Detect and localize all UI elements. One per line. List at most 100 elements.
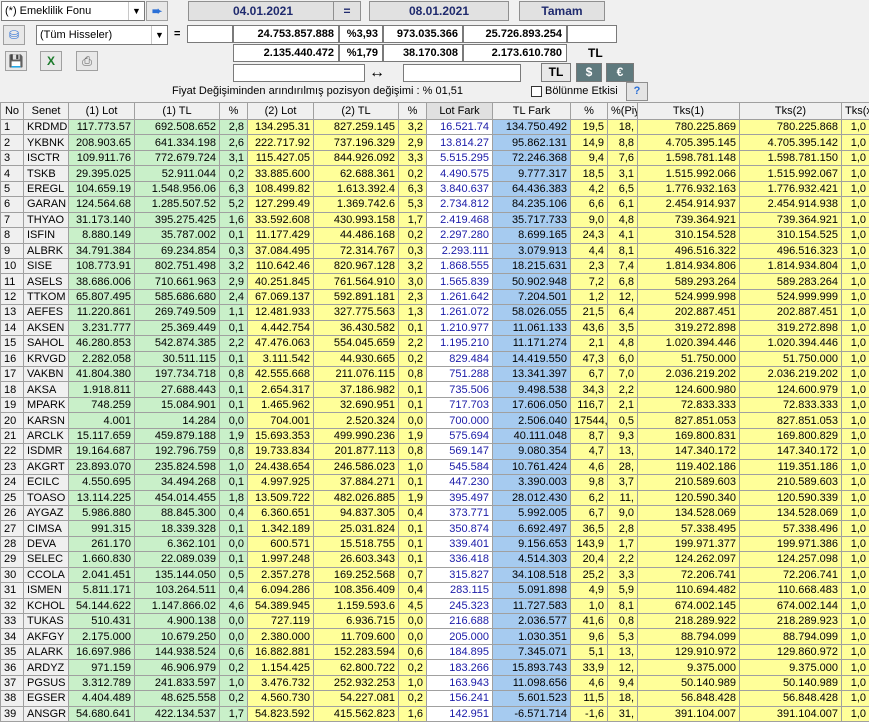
table-cell: PGSUS: [24, 675, 69, 690]
table-row[interactable]: 35ALARK16.697.986144.938.5240,616.882.88…: [1, 644, 869, 659]
table-row[interactable]: 32KCHOL54.144.6221.147.866.024,654.389.9…: [1, 598, 869, 613]
column-header[interactable]: (2) Lot: [248, 103, 314, 120]
table-row[interactable]: 37PGSUS3.312.789241.833.5971,03.476.7322…: [1, 675, 869, 690]
table-row[interactable]: 8ISFIN8.880.14935.787.0020,111.177.42944…: [1, 228, 869, 243]
table-row[interactable]: 1KRDMD117.773.57692.508.6522,8134.295.31…: [1, 120, 869, 135]
table-cell: 735.506: [427, 382, 493, 397]
column-header[interactable]: (2) TL: [314, 103, 399, 120]
table-row[interactable]: 16KRVGD2.282.05830.511.1150,13.111.54244…: [1, 351, 869, 366]
table-row[interactable]: 14AKSEN3.231.77725.369.4490,14.442.75436…: [1, 320, 869, 335]
column-header[interactable]: Tks(1): [638, 103, 740, 120]
column-header[interactable]: %: [220, 103, 248, 120]
arrow-right-icon[interactable]: ➨: [146, 1, 168, 21]
table-row[interactable]: 20KARSN4.00114.2840,0704.0012.520.3240,0…: [1, 413, 869, 428]
swap-arrows-icon[interactable]: ↔: [369, 64, 385, 82]
table-cell: MPARK: [24, 397, 69, 412]
table-row[interactable]: 39ANSGR54.680.641422.134.5371,754.823.59…: [1, 706, 869, 721]
column-header[interactable]: (1) TL: [135, 103, 220, 120]
column-header[interactable]: No: [1, 103, 24, 120]
chevron-down-icon[interactable]: ▼: [128, 2, 144, 20]
table-row[interactable]: 15SAHOL46.280.853542.874.3852,247.476.06…: [1, 336, 869, 351]
chevron-down-icon[interactable]: ▼: [151, 26, 167, 44]
table-cell: 827.259.145: [314, 120, 399, 135]
table-cell: 2,3: [571, 258, 608, 273]
table-cell: 829.484: [427, 351, 493, 366]
table-cell: 0,2: [220, 660, 248, 675]
table-row[interactable]: 28DEVA261.1706.362.1010,0600.57115.518.7…: [1, 536, 869, 551]
table-row[interactable]: 5EREGL104.659.191.548.956.066,3108.499.8…: [1, 181, 869, 196]
column-header[interactable]: %: [571, 103, 608, 120]
table-row[interactable]: 19MPARK748.25915.084.9010,11.465.96232.6…: [1, 397, 869, 412]
table-row[interactable]: 25TOASO13.114.225454.014.4551,813.509.72…: [1, 490, 869, 505]
save-icon[interactable]: 💾: [5, 51, 27, 71]
table-cell: 35.717.733: [493, 212, 571, 227]
column-header[interactable]: %: [399, 103, 427, 120]
table-row[interactable]: 17VAKBN41.804.380197.734.7180,842.555.66…: [1, 367, 869, 382]
column-header[interactable]: (1) Lot: [69, 103, 135, 120]
table-row[interactable]: 2YKBNK208.903.65641.334.1982,6222.717.92…: [1, 135, 869, 150]
column-header[interactable]: %(Piy: [608, 103, 638, 120]
column-header[interactable]: Tks(2): [740, 103, 842, 120]
table-cell: 2,2: [399, 336, 427, 351]
table-cell: 1,0: [842, 274, 869, 289]
currency-eur-button[interactable]: €: [606, 63, 634, 82]
table-row[interactable]: 27CIMSA991.31518.339.3280,11.342.18925.0…: [1, 521, 869, 536]
date-from[interactable]: 04.01.2021: [188, 1, 338, 21]
table-row[interactable]: 13AEFES11.220.861269.749.5091,112.481.93…: [1, 305, 869, 320]
table-row[interactable]: 21ARCLK15.117.659459.879.1881,915.693.35…: [1, 428, 869, 443]
excel-icon[interactable]: X: [40, 51, 62, 71]
table-cell: 12.481.933: [248, 305, 314, 320]
column-header[interactable]: TL Fark: [493, 103, 571, 120]
table-row[interactable]: 10SISE108.773.91802.751.4983,2110.642.46…: [1, 258, 869, 273]
calc-input-left[interactable]: [233, 64, 365, 82]
table-cell: -6.571.714: [493, 706, 571, 721]
column-header[interactable]: Tks(x: [842, 103, 869, 120]
table-row[interactable]: 7THYAO31.173.140395.275.4251,633.592.608…: [1, 212, 869, 227]
help-icon[interactable]: ?: [626, 82, 648, 101]
table-cell: 8,7: [571, 428, 608, 443]
table-row[interactable]: 38EGSER4.404.48948.625.5580,24.560.73054…: [1, 691, 869, 706]
table-row[interactable]: 11ASELS38.686.006710.661.9632,940.251.84…: [1, 274, 869, 289]
table-cell: 3.840.637: [427, 181, 493, 196]
table-cell: 124.262.097: [638, 552, 740, 567]
column-header[interactable]: Lot Fark: [427, 103, 493, 120]
calc-input-right[interactable]: [403, 64, 521, 82]
filter-input[interactable]: [187, 25, 233, 43]
table-row[interactable]: 4TSKB29.395.02552.911.0440,233.885.60062…: [1, 166, 869, 181]
table-cell: 152.283.594: [314, 644, 399, 659]
table-cell: 163.943: [427, 675, 493, 690]
table-row[interactable]: 12TTKOM65.807.495585.686.6802,467.069.13…: [1, 289, 869, 304]
table-row[interactable]: 34AKFGY2.175.00010.679.2500,02.380.00011…: [1, 629, 869, 644]
table-cell: 2.454.914.937: [638, 197, 740, 212]
stock-filter-select[interactable]: (Tüm Hisseler) ▼: [36, 25, 168, 45]
table-row[interactable]: 18AKSA1.918.81127.688.4430,12.654.31737.…: [1, 382, 869, 397]
date-to[interactable]: 08.01.2021: [369, 1, 509, 21]
table-cell: 6,0: [608, 351, 638, 366]
portfolio-icon[interactable]: ⛁: [3, 25, 25, 45]
print-icon[interactable]: ⎙: [76, 51, 98, 71]
table-cell: 310.154.528: [638, 228, 740, 243]
table-row[interactable]: 22ISDMR19.164.687192.796.7590,819.733.83…: [1, 444, 869, 459]
currency-tl-button[interactable]: TL: [541, 63, 571, 82]
table-cell: 46.280.853: [69, 336, 135, 351]
table-row[interactable]: 3ISCTR109.911.76772.679.7243,1115.427.05…: [1, 150, 869, 165]
table-row[interactable]: 29SELEC1.660.83022.089.0390,11.997.24826…: [1, 552, 869, 567]
split-effect-checkbox[interactable]: [531, 86, 542, 97]
currency-usd-button[interactable]: $: [576, 63, 602, 82]
table-row[interactable]: 36ARDYZ971.15946.906.9790,21.154.42562.8…: [1, 660, 869, 675]
ok-button[interactable]: Tamam: [519, 1, 605, 21]
table-cell: 1.515.992.066: [638, 166, 740, 181]
table-row[interactable]: 23AKGRT23.893.070235.824.5981,024.438.65…: [1, 459, 869, 474]
table-row[interactable]: 6GARAN124.564.681.285.507.525,2127.299.4…: [1, 197, 869, 212]
table-cell: 748.259: [69, 397, 135, 412]
fund-select[interactable]: (*) Emeklilik Fonu ▼: [1, 1, 145, 21]
table-row[interactable]: 33TUKAS510.4314.900.1380,0727.1196.936.7…: [1, 614, 869, 629]
table-row[interactable]: 24ECILC4.550.69534.494.2680,14.997.92537…: [1, 475, 869, 490]
table-row[interactable]: 26AYGAZ5.986.88088.845.3000,46.360.65194…: [1, 505, 869, 520]
table-row[interactable]: 31ISMEN5.811.171103.264.5110,46.094.2861…: [1, 583, 869, 598]
table-cell: 6,5: [608, 181, 638, 196]
table-row[interactable]: 30CCOLA2.041.451135.144.0500,52.357.2781…: [1, 567, 869, 582]
table-row[interactable]: 9ALBRK34.791.38469.234.8540,337.084.4957…: [1, 243, 869, 258]
table-cell: 2.293.111: [427, 243, 493, 258]
column-header[interactable]: Senet: [24, 103, 69, 120]
